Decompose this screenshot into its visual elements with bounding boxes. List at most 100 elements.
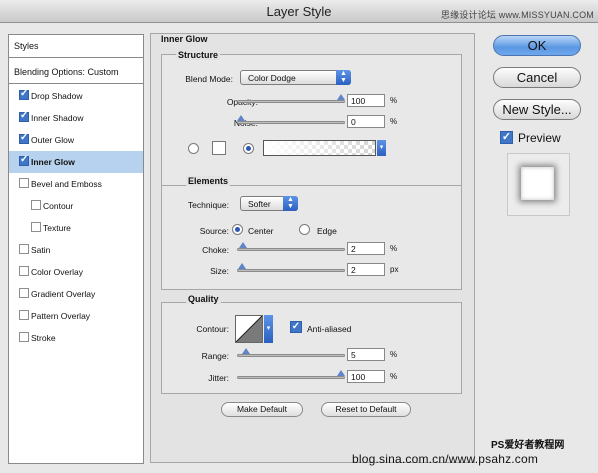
updown-arrows-icon: ▲ ▼ <box>283 196 298 211</box>
style-item-checkbox[interactable] <box>19 332 29 342</box>
opacity-slider-knob[interactable] <box>337 94 345 100</box>
opacity-slider[interactable] <box>237 100 345 103</box>
size-slider[interactable] <box>237 269 345 272</box>
anti-aliased-checkbox[interactable]: ✓ <box>290 321 302 333</box>
choke-label: Choke: <box>202 245 229 255</box>
style-item-label: Color Overlay <box>31 267 83 277</box>
watermark-bottom-right: PS爱好者教程网 <box>491 440 565 451</box>
style-item[interactable]: Bevel and Emboss <box>9 173 143 195</box>
gradient-picker[interactable] <box>263 140 376 156</box>
technique-value: Softer <box>248 199 271 209</box>
source-center-radio[interactable] <box>232 224 243 235</box>
style-item-checkbox[interactable] <box>19 88 29 100</box>
style-item-checkbox[interactable] <box>19 132 29 144</box>
range-input[interactable]: 5 <box>347 348 385 361</box>
style-item[interactable]: Inner Glow <box>9 151 143 173</box>
style-item-label: Satin <box>31 245 51 255</box>
style-item[interactable]: Drop Shadow <box>9 85 143 107</box>
noise-slider-knob[interactable] <box>237 115 245 121</box>
noise-input[interactable]: 0 <box>347 115 385 128</box>
jitter-input[interactable]: 100 <box>347 370 385 383</box>
style-item-checkbox[interactable] <box>19 244 29 254</box>
style-item-label: Stroke <box>31 333 56 343</box>
opacity-input[interactable]: 100 <box>347 94 385 107</box>
style-item[interactable]: Outer Glow <box>9 129 143 151</box>
size-slider-knob[interactable] <box>238 263 246 269</box>
blend-mode-select[interactable]: Color Dodge ▲ ▼ <box>240 70 351 85</box>
style-item[interactable]: Texture <box>9 217 143 239</box>
preview-label: Preview <box>518 131 561 145</box>
watermark-bottom: blog.sina.com.cn/www.psahz.com <box>352 452 539 466</box>
style-item[interactable]: Satin <box>9 239 143 261</box>
style-item[interactable]: Color Overlay <box>9 261 143 283</box>
contour-picker[interactable] <box>235 315 263 343</box>
range-label: Range: <box>201 351 229 361</box>
contour-label: Contour: <box>196 324 229 334</box>
source-edge-radio[interactable] <box>299 224 310 235</box>
cancel-button[interactable]: Cancel <box>493 67 581 88</box>
preview-checkbox[interactable]: ✓ <box>500 131 513 144</box>
gradient-fill-radio[interactable] <box>243 143 254 154</box>
styles-header[interactable]: Styles <box>9 35 143 58</box>
style-item-label: Inner Glow <box>31 157 75 167</box>
make-default-button[interactable]: Make Default <box>221 402 303 417</box>
jitter-slider-knob[interactable] <box>337 370 345 376</box>
inner-glow-panel: Inner Glow Structure Blend Mode: Color D… <box>150 33 475 463</box>
source-center-label: Center <box>248 226 274 236</box>
style-item-label: Drop Shadow <box>31 91 83 101</box>
style-item[interactable]: Pattern Overlay <box>9 305 143 327</box>
structure-title: Structure <box>176 50 221 60</box>
gradient-dropdown-icon[interactable]: ▾ <box>377 140 386 156</box>
style-item-checkbox[interactable] <box>19 178 29 188</box>
style-item-label: Contour <box>43 201 74 211</box>
noise-unit: % <box>390 117 398 126</box>
jitter-slider[interactable] <box>237 376 345 379</box>
ok-button[interactable]: OK <box>493 35 581 56</box>
title-bar: Layer Style 思缘设计论坛 www.MISSYUAN.COM <box>0 0 598 23</box>
glow-color-swatch[interactable] <box>212 141 226 155</box>
styles-header-label: Styles <box>14 41 39 51</box>
range-slider[interactable] <box>237 354 345 357</box>
range-slider-knob[interactable] <box>242 348 250 354</box>
style-item-label: Gradient Overlay <box>31 289 96 299</box>
styles-list: Styles Blending Options: Custom Drop Sha… <box>8 34 144 464</box>
blending-options-header[interactable]: Blending Options: Custom <box>9 61 143 84</box>
style-item-label: Outer Glow <box>31 135 74 145</box>
size-input[interactable]: 2 <box>347 263 385 276</box>
color-fill-radio[interactable] <box>188 143 199 154</box>
panel-title: Inner Glow <box>161 34 208 44</box>
style-item[interactable]: Gradient Overlay <box>9 283 143 305</box>
preview-swatch <box>521 167 554 200</box>
style-item-checkbox[interactable] <box>19 288 29 298</box>
jitter-label: Jitter: <box>208 373 229 383</box>
style-item-label: Bevel and Emboss <box>31 179 102 189</box>
choke-slider-knob[interactable] <box>239 242 247 248</box>
new-style-button[interactable]: New Style... <box>493 99 581 120</box>
choke-slider[interactable] <box>237 248 345 251</box>
jitter-unit: % <box>390 372 398 381</box>
range-unit: % <box>390 350 398 359</box>
contour-curve-icon <box>235 315 263 343</box>
style-item-checkbox[interactable] <box>31 222 41 232</box>
style-item-checkbox[interactable] <box>19 154 29 166</box>
technique-label: Technique: <box>187 200 229 210</box>
style-item-checkbox[interactable] <box>19 110 29 122</box>
style-item[interactable]: Inner Shadow <box>9 107 143 129</box>
size-unit: px <box>390 265 399 274</box>
noise-slider[interactable] <box>237 121 345 124</box>
style-item-checkbox[interactable] <box>19 266 29 276</box>
choke-input[interactable]: 2 <box>347 242 385 255</box>
style-item-label: Inner Shadow <box>31 113 84 123</box>
source-label: Source: <box>199 226 229 236</box>
style-item[interactable]: Stroke <box>9 327 143 349</box>
contour-dropdown-icon[interactable]: ▾ <box>264 315 273 343</box>
style-item-checkbox[interactable] <box>31 200 41 210</box>
style-item[interactable]: Contour <box>9 195 143 217</box>
blending-options-label: Blending Options: Custom <box>14 67 119 77</box>
reset-to-default-button[interactable]: Reset to Default <box>321 402 411 417</box>
style-item-checkbox[interactable] <box>19 310 29 320</box>
elements-title: Elements <box>186 176 231 186</box>
opacity-unit: % <box>390 96 398 105</box>
technique-select[interactable]: Softer ▲ ▼ <box>240 196 298 211</box>
style-preview <box>507 153 570 216</box>
